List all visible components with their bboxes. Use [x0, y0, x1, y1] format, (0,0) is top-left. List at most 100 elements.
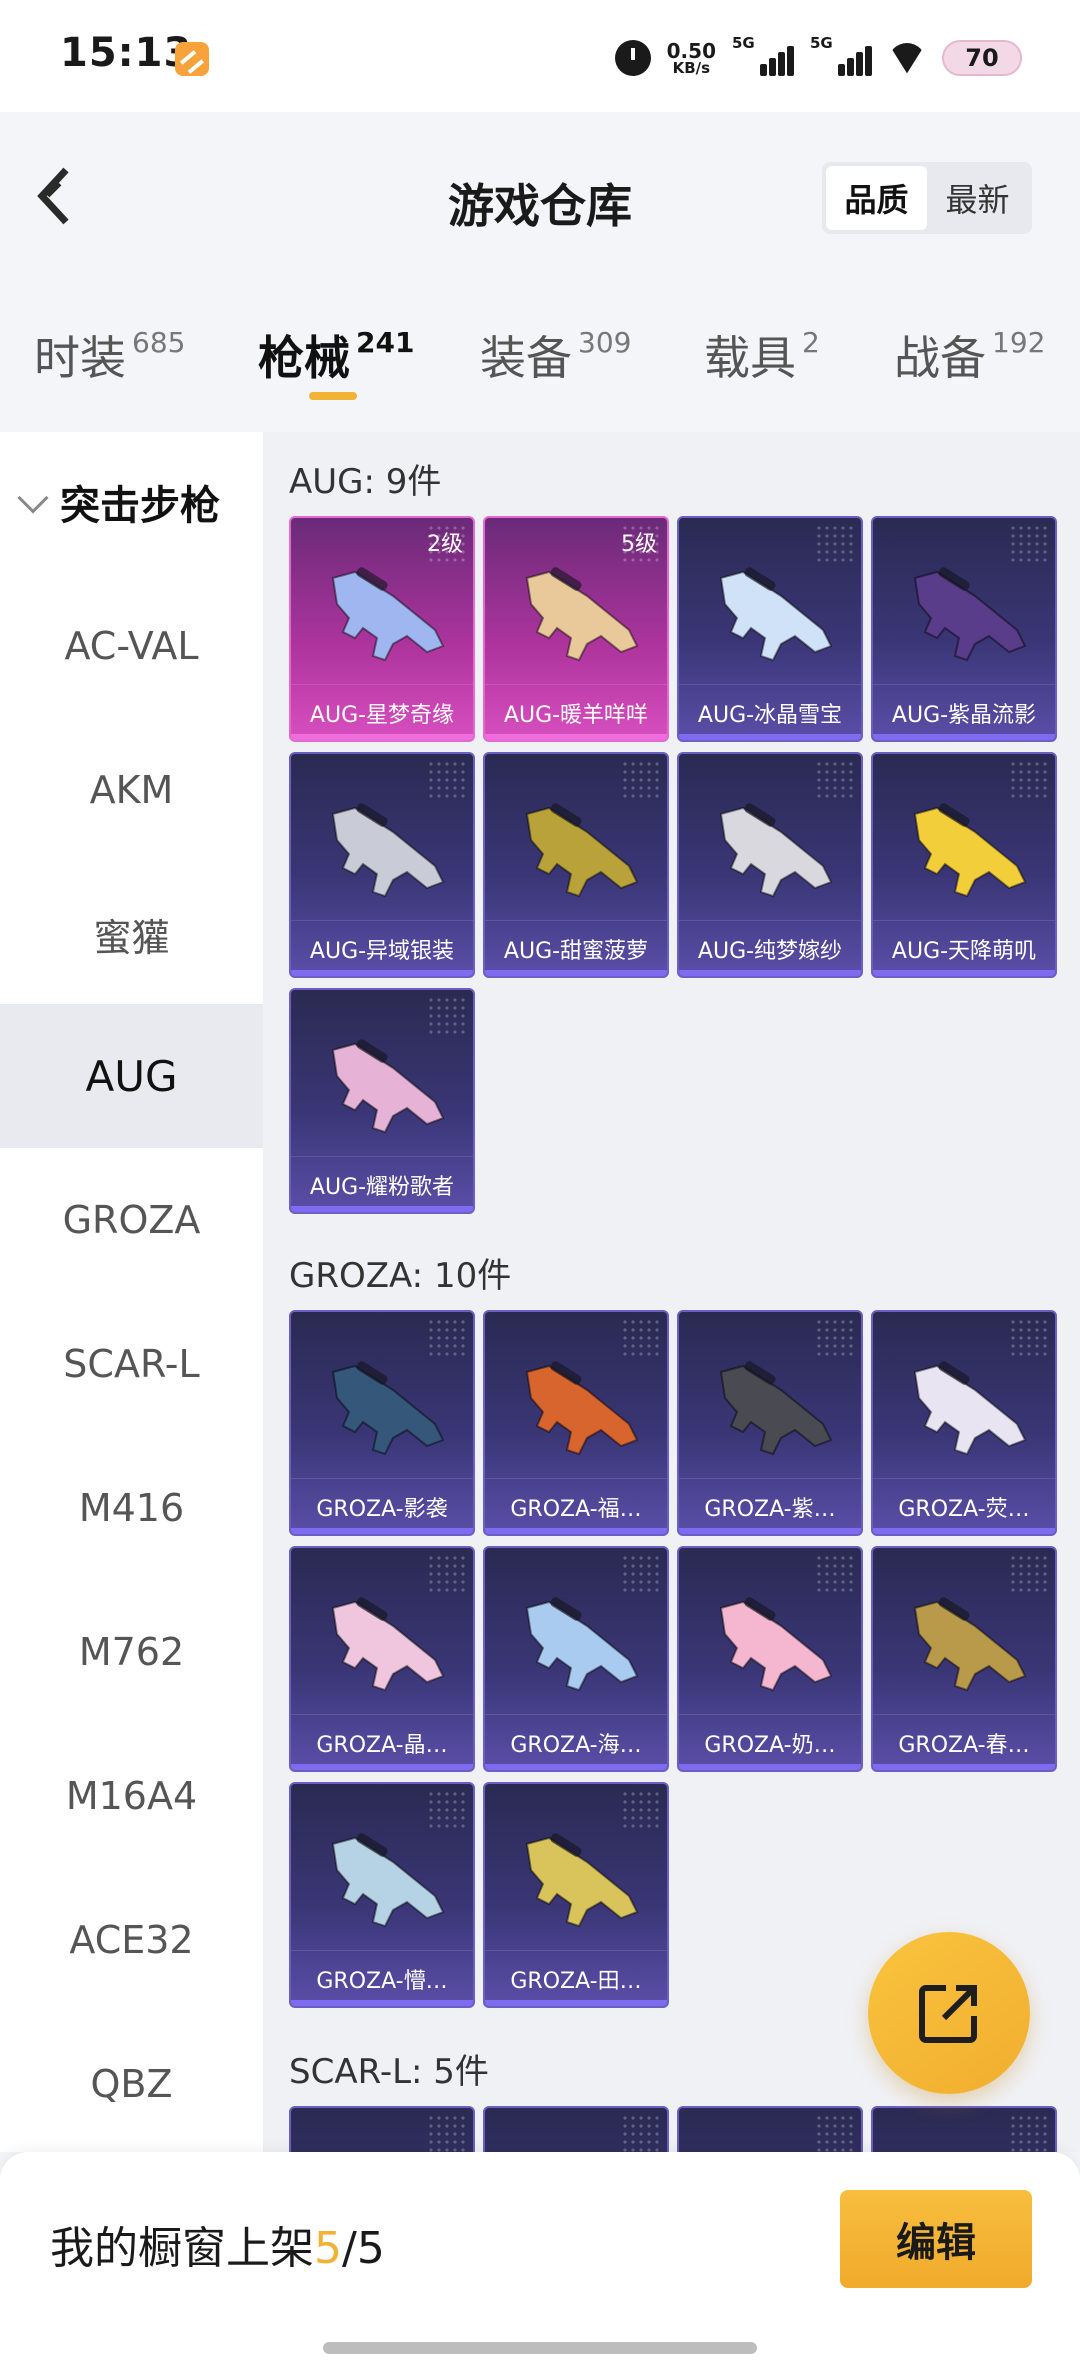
skin-card[interactable] [871, 2106, 1057, 2152]
rifle-skin-icon [719, 803, 833, 898]
skin-card[interactable]: GROZA-田… [483, 1782, 669, 2008]
skin-name: AUG-暖羊咩咩 [485, 684, 667, 740]
sidebar-item-akm[interactable]: AKM [0, 718, 263, 862]
section-title-groza: GROZA: 10件 [289, 1256, 512, 1296]
skin-card[interactable] [483, 2106, 669, 2152]
sidebar-group-label: 突击步枪 [60, 483, 220, 529]
tab-label: 载具 [704, 331, 796, 385]
rarity-strip [291, 970, 473, 976]
rarity-strip [485, 2000, 667, 2006]
skin-card[interactable]: GROZA-海… [483, 1546, 669, 1772]
skin-card[interactable]: GROZA-紫… [677, 1310, 863, 1536]
sidebar-item-groza[interactable]: GROZA [0, 1148, 263, 1292]
skin-level-badge: 2级 [427, 532, 463, 557]
rifle-skin-icon [525, 1597, 639, 1692]
rifle-skin-icon [913, 1361, 1027, 1456]
tab-vehicles[interactable]: 载具 2 [704, 322, 820, 388]
rifle-skin-icon [331, 1597, 445, 1692]
rarity-strip [679, 970, 861, 976]
tab-count: 309 [578, 326, 632, 359]
skin-card[interactable]: 2级 AUG-星梦奇缘 [289, 516, 475, 742]
skin-card[interactable] [289, 2106, 475, 2152]
skin-card[interactable]: GROZA-荧… [871, 1310, 1057, 1536]
skin-name: AUG-甜蜜菠萝 [485, 920, 667, 976]
showcase-label: 我的橱窗上架 [50, 2223, 314, 2274]
skin-card[interactable]: 5级 AUG-暖羊咩咩 [483, 516, 669, 742]
sidebar-item-ace32[interactable]: ACE32 [0, 1868, 263, 2012]
skin-card[interactable]: GROZA-春… [871, 1546, 1057, 1772]
showcase-separator: / [342, 2223, 357, 2274]
rarity-strip [873, 1528, 1055, 1534]
rarity-strip [679, 734, 861, 740]
rarity-strip [291, 1206, 473, 1212]
sidebar-item-qbz[interactable]: QBZ [0, 2012, 263, 2156]
network-speed-unit: KB/s [672, 58, 711, 77]
rarity-strip [485, 970, 667, 976]
sidebar-item-aug[interactable]: AUG [0, 1004, 263, 1148]
weapon-sidebar: 突击步枪 AC-VAL AKM 蜜獾 AUG GROZA SCAR-L M416… [0, 432, 263, 2152]
sidebar-item-scar-l[interactable]: SCAR-L [0, 1292, 263, 1436]
tab-count: 241 [356, 326, 415, 359]
rarity-strip [679, 1528, 861, 1534]
sort-by-quality[interactable]: 品质 [826, 166, 927, 230]
tab-guns[interactable]: 枪械 241 [258, 322, 414, 388]
rifle-skin-icon [719, 1597, 833, 1692]
skin-card[interactable]: GROZA-晶… [289, 1546, 475, 1772]
rifle-skin-icon [331, 1833, 445, 1928]
showcase-bar: 我的橱窗上架 5 / 5 编辑 [0, 2152, 1080, 2376]
app-header: 游戏仓库 品质 最新 [0, 112, 1080, 282]
skin-card[interactable]: GROZA-影袭 [289, 1310, 475, 1536]
tab-label: 装备 [480, 331, 572, 385]
rifle-skin-icon [719, 1361, 833, 1456]
tab-combat-gear[interactable]: 战备 192 [894, 322, 1045, 388]
skin-card[interactable]: AUG-甜蜜菠萝 [483, 752, 669, 978]
tab-equipment[interactable]: 装备 309 [480, 322, 631, 388]
skin-card[interactable]: AUG-异域银装 [289, 752, 475, 978]
skin-name: GROZA-田… [485, 1950, 667, 2006]
skin-card[interactable]: AUG-冰晶雪宝 [677, 516, 863, 742]
skin-name: GROZA-晶… [291, 1714, 473, 1770]
skin-card[interactable]: AUG-天降萌叽 [871, 752, 1057, 978]
sidebar-item-m416[interactable]: M416 [0, 1436, 263, 1580]
sidebar-item-m16a4[interactable]: M16A4 [0, 1724, 263, 1868]
skin-card[interactable]: AUG-纯梦嫁纱 [677, 752, 863, 978]
rifle-skin-icon [509, 2138, 649, 2152]
skin-card[interactable]: GROZA-奶… [677, 1546, 863, 1772]
skin-card[interactable]: AUG-耀粉歌者 [289, 988, 475, 1214]
tab-label: 枪械 [258, 331, 350, 385]
skin-name: AUG-紫晶流影 [873, 684, 1055, 740]
sidebar-group-assault-rifles[interactable]: 突击步枪 [0, 432, 263, 572]
tab-count: 685 [132, 326, 186, 359]
skin-card[interactable]: AUG-紫晶流影 [871, 516, 1057, 742]
share-button[interactable] [868, 1932, 1030, 2094]
sidebar-item-honey-badger[interactable]: 蜜獾 [0, 862, 263, 1006]
skin-card[interactable] [677, 2106, 863, 2152]
skin-name: AUG-天降萌叽 [873, 920, 1055, 976]
skin-card[interactable]: GROZA-福… [483, 1310, 669, 1536]
share-external-icon [919, 1985, 977, 2043]
home-indicator[interactable] [323, 2342, 757, 2354]
rifle-skin-icon [525, 803, 639, 898]
skin-level-badge: 5级 [621, 532, 657, 557]
active-tab-indicator [309, 392, 357, 400]
skin-name: GROZA-春… [873, 1714, 1055, 1770]
sort-by-newest[interactable]: 最新 [927, 166, 1028, 230]
network-speed: 0.50 KB/s [667, 41, 716, 76]
skin-name: GROZA-懵… [291, 1950, 473, 2006]
skin-grid: AUG: 9件 GROZA: 10件 SCAR-L: 5件 2级 AUG-星梦奇缘… [263, 432, 1080, 2152]
category-tabs: 时装 685 枪械 241 装备 309 载具 2 战备 192 [0, 282, 1080, 432]
battery-indicator: 70 [942, 40, 1022, 76]
skin-name: GROZA-荧… [873, 1478, 1055, 1534]
status-bar: 15:13 0.50 KB/s 5G 5G 70 [0, 0, 1080, 112]
sidebar-item-m762[interactable]: M762 [0, 1580, 263, 1724]
rarity-strip [485, 1528, 667, 1534]
chevron-down-icon [17, 482, 49, 514]
skin-name: AUG-冰晶雪宝 [679, 684, 861, 740]
tab-count: 2 [802, 326, 820, 359]
tab-fashion[interactable]: 时装 685 [34, 322, 185, 388]
notification-app-icon [175, 42, 209, 76]
sidebar-item-ac-val[interactable]: AC-VAL [0, 574, 263, 718]
skin-card[interactable]: GROZA-懵… [289, 1782, 475, 2008]
edit-button[interactable]: 编辑 [840, 2190, 1032, 2288]
section-title-aug: AUG: 9件 [289, 462, 442, 502]
